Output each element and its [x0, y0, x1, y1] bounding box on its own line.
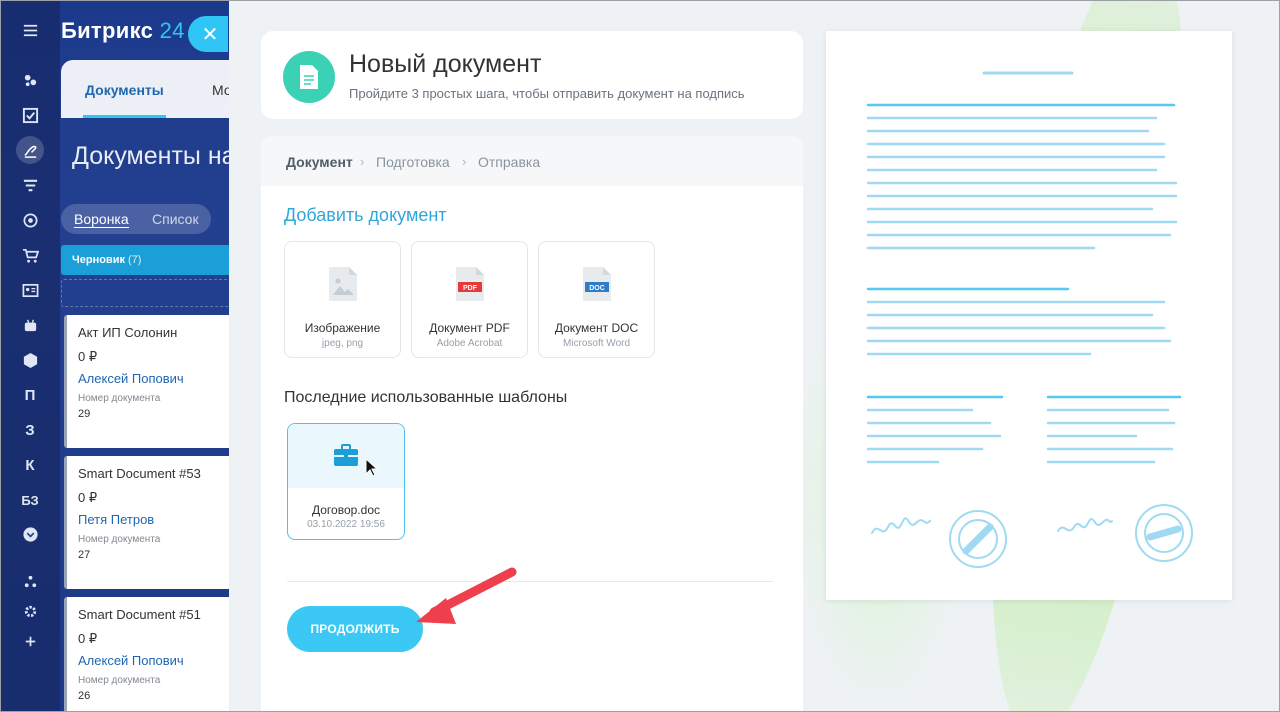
- plus-icon[interactable]: [16, 627, 44, 655]
- card-title[interactable]: Акт ИП Солонин: [78, 325, 177, 340]
- card-sum: 0 ₽: [78, 349, 98, 364]
- wizard-title: Новый документ: [349, 50, 542, 78]
- step-document: Документ: [286, 154, 353, 170]
- slider-close-button[interactable]: ✕: [188, 16, 228, 52]
- chevron-right-icon: ›: [360, 154, 365, 169]
- doc-file-icon: DOC: [583, 267, 611, 301]
- add-document-title: Добавить документ: [284, 205, 447, 225]
- annotation-arrow-icon: [416, 567, 517, 624]
- wizard-body: Документ › Подготовка › Отправка Добавит…: [261, 136, 803, 712]
- tab-documents[interactable]: Документы: [83, 82, 166, 118]
- mouse-cursor-icon: [365, 458, 379, 477]
- document-preview-illustration: [866, 71, 1193, 568]
- contact-card-icon[interactable]: [16, 276, 44, 304]
- card-field-value: 29: [78, 408, 91, 420]
- card-title[interactable]: Smart Document #51: [78, 607, 201, 622]
- tile-formats: Adobe Acrobat: [436, 338, 503, 349]
- page-title: Документы на: [72, 142, 236, 170]
- tile-formats: Microsoft Word: [562, 338, 631, 349]
- pdf-file-icon: PDF: [456, 267, 484, 301]
- document-icon: [283, 51, 335, 103]
- left-menu: П З К БЗ: [0, 0, 60, 712]
- stage-count: (7): [128, 254, 142, 266]
- structure-icon[interactable]: [16, 567, 44, 595]
- card-user-link[interactable]: Алексей Попович: [78, 371, 184, 386]
- menu-letter-p[interactable]: П: [16, 381, 44, 409]
- doc-badge: DOC: [589, 285, 605, 292]
- template-date: 03.10.2022 19:56: [307, 519, 385, 530]
- card-sum: 0 ₽: [78, 631, 98, 646]
- tile-name: Документ DOC: [554, 321, 639, 335]
- card-field-label: Номер документа: [78, 393, 161, 404]
- feed-icon[interactable]: [16, 66, 44, 94]
- briefcase-icon: [334, 444, 358, 466]
- kanban-card[interactable]: Smart Document #53 0 ₽ Петя Петров Номер…: [64, 456, 231, 589]
- tile-formats: jpeg, png: [321, 338, 364, 349]
- view-switch: Воронка Список: [61, 204, 211, 234]
- breadcrumb-steps: Документ › Подготовка › Отправка: [261, 136, 803, 186]
- kanban-card[interactable]: Smart Document #51 0 ₽ Алексей Попович Н…: [64, 597, 231, 712]
- settings-gear-icon[interactable]: [16, 597, 44, 625]
- pdf-badge: PDF: [463, 285, 478, 292]
- step-sending: Отправка: [478, 154, 541, 170]
- card-sum: 0 ₽: [78, 490, 98, 505]
- card-field-value: 27: [78, 549, 91, 561]
- document-preview: [826, 31, 1232, 600]
- add-image-tile[interactable]: Изображение jpeg, png: [284, 241, 401, 358]
- stage-add-area[interactable]: [61, 279, 231, 307]
- stage-name: Черновик: [72, 254, 125, 266]
- new-document-slider: Новый документ Пройдите 3 простых шага, …: [229, 0, 1280, 712]
- robot-icon[interactable]: [16, 311, 44, 339]
- logo-number: 24: [159, 18, 185, 43]
- template-tile[interactable]: Договор.doc 03.10.2022 19:56: [287, 423, 405, 540]
- kanban-card[interactable]: Акт ИП Солонин 0 ₽ Алексей Попович Номер…: [64, 315, 231, 448]
- card-user-link[interactable]: Алексей Попович: [78, 653, 184, 668]
- chevron-down-icon[interactable]: [16, 520, 44, 548]
- add-pdf-tile[interactable]: PDF Документ PDF Adobe Acrobat: [411, 241, 528, 358]
- view-kanban[interactable]: Воронка: [74, 211, 129, 228]
- card-field-label: Номер документа: [78, 534, 161, 545]
- portal-logo[interactable]: Битрикс 24: [61, 18, 185, 44]
- wizard-subtitle: Пройдите 3 простых шага, чтобы отправить…: [349, 86, 745, 101]
- menu-letter-z[interactable]: З: [16, 416, 44, 444]
- stage-header[interactable]: Черновик (7): [61, 245, 231, 275]
- funnel-icon[interactable]: [16, 171, 44, 199]
- divider: [287, 581, 773, 582]
- template-name: Договор.doc: [312, 503, 380, 517]
- tasks-icon[interactable]: [16, 101, 44, 129]
- card-field-label: Номер документа: [78, 675, 161, 686]
- kanban-column: Черновик (7) Акт ИП Солонин 0 ₽ Алексей …: [61, 245, 231, 712]
- card-user-link[interactable]: Петя Петров: [78, 512, 154, 527]
- chevron-right-icon: ›: [462, 154, 467, 169]
- card-title[interactable]: Smart Document #53: [78, 466, 201, 481]
- card-field-value: 26: [78, 690, 91, 702]
- menu-burger-icon[interactable]: [16, 16, 44, 44]
- menu-letter-k[interactable]: К: [16, 451, 44, 479]
- view-list[interactable]: Список: [152, 211, 199, 227]
- image-file-icon: [329, 267, 357, 301]
- recent-templates-title: Последние использованные шаблоны: [284, 389, 568, 406]
- box-icon[interactable]: [16, 346, 44, 374]
- tile-name: Документ PDF: [429, 321, 510, 335]
- menu-letter-bz[interactable]: БЗ: [16, 486, 44, 514]
- sign-icon[interactable]: [16, 136, 44, 164]
- wizard-header: Новый документ Пройдите 3 простых шага, …: [261, 31, 803, 119]
- step-preparation: Подготовка: [376, 154, 450, 170]
- logo-text: Битрикс: [61, 18, 154, 43]
- continue-button[interactable]: ПРОДОЛЖИТЬ: [287, 606, 423, 652]
- add-doc-tile[interactable]: DOC Документ DOC Microsoft Word: [538, 241, 655, 358]
- cart-icon[interactable]: [16, 241, 44, 269]
- target-icon[interactable]: [16, 206, 44, 234]
- tile-name: Изображение: [304, 321, 381, 335]
- close-icon: ✕: [201, 23, 219, 46]
